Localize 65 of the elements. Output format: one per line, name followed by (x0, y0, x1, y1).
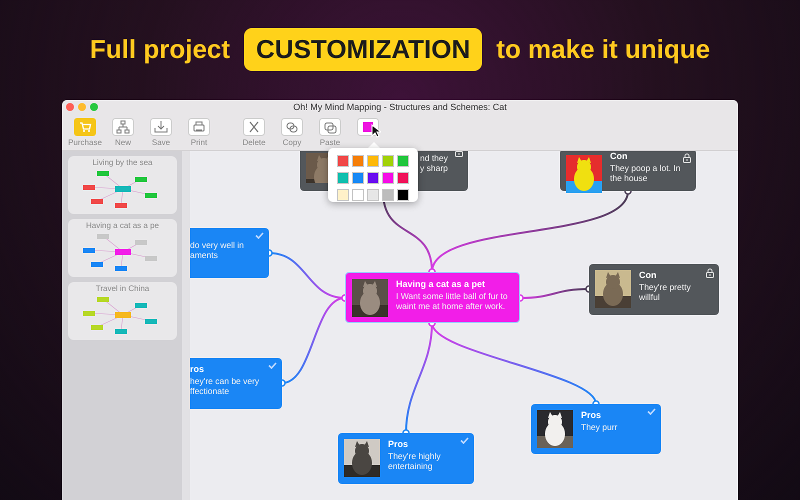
new-button[interactable]: New (104, 114, 142, 147)
node-text: I Want some little ball of fur to waint me at home after work. (396, 291, 508, 311)
color-swatch[interactable] (352, 189, 364, 201)
print-icon (188, 118, 210, 136)
color-swatch[interactable] (397, 155, 409, 167)
copy-button[interactable]: Copy (273, 114, 311, 147)
paste-button[interactable]: Paste (311, 114, 349, 147)
save-icon (150, 118, 172, 136)
color-swatch[interactable] (352, 155, 364, 167)
copy-icon (281, 118, 303, 136)
node-text: They purr (581, 422, 618, 432)
cursor-icon (371, 124, 381, 138)
zoom-button[interactable] (90, 103, 98, 111)
color-swatch[interactable] (397, 189, 409, 201)
cart-icon (74, 118, 96, 136)
map-node[interactable]: Pros They purr (531, 404, 661, 454)
close-button[interactable] (66, 103, 74, 111)
color-swatch[interactable] (367, 189, 379, 201)
print-button[interactable]: Print (180, 114, 218, 147)
headline-badge: CUSTOMIZATION (244, 28, 482, 70)
sidebar-splitter[interactable] (182, 151, 190, 500)
map-node[interactable]: Con They're pretty willful (589, 264, 719, 315)
node-text: They're pretty willful (639, 282, 691, 302)
node-title: Con (639, 270, 658, 280)
node-text: They're highly entertaining (388, 451, 441, 471)
map-node[interactable]: ros hey're can be very ffectionate (190, 358, 282, 409)
color-swatch[interactable] (367, 172, 379, 184)
map-thumbnail[interactable]: Living by the sea (68, 156, 177, 214)
window-title: Oh! My Mind Mapping - Structures and Schemes: Cat (292, 102, 508, 112)
paste-icon (319, 118, 341, 136)
node-text: hey're can be very ffectionate (190, 376, 260, 396)
headline-text: to make it unique (496, 34, 710, 64)
node-title: Having a cat as a pet (396, 279, 486, 289)
node-title: Pros (388, 439, 410, 449)
node-text: nd they y sharp (420, 153, 448, 173)
color-swatch[interactable] (382, 155, 394, 167)
headline-text: Full project (90, 34, 230, 64)
map-title: Living by the sea (92, 158, 153, 167)
node-title: Con (610, 151, 628, 161)
color-swatch[interactable] (337, 155, 349, 167)
node-text: They poop a lot. In the house (610, 163, 680, 183)
delete-button[interactable]: Delete (235, 114, 273, 147)
map-node[interactable]: Having a cat as a pet I Want some little ball of fur to waint me at home after work. (345, 272, 520, 323)
color-swatch[interactable] (337, 172, 349, 184)
map-node[interactable]: Pros They're highly entertaining (338, 433, 474, 484)
color-swatch[interactable] (397, 172, 409, 184)
delete-icon (243, 118, 265, 136)
map-thumbnail[interactable]: Having a cat as a pe (68, 219, 177, 277)
save-button[interactable]: Save (142, 114, 180, 147)
color-swatch[interactable] (337, 189, 349, 201)
minimize-button[interactable] (78, 103, 86, 111)
new-icon (112, 118, 134, 136)
color-swatch[interactable] (352, 172, 364, 184)
node-text: do very well in aments (190, 240, 244, 260)
node-title: ros (190, 364, 206, 374)
color-swatch[interactable] (367, 155, 379, 167)
color-swatch[interactable] (382, 189, 394, 201)
map-title: Having a cat as a pe (86, 221, 159, 230)
map-node[interactable]: Con They poop a lot. In the house (560, 151, 696, 191)
map-thumbnail[interactable]: Travel in China (68, 282, 177, 340)
color-swatch[interactable] (382, 172, 394, 184)
purchase-button[interactable]: Purchase (66, 114, 104, 147)
map-node[interactable]: do very well in aments (190, 228, 269, 278)
node-title: Pros (581, 410, 602, 420)
map-title: Travel in China (96, 284, 150, 293)
